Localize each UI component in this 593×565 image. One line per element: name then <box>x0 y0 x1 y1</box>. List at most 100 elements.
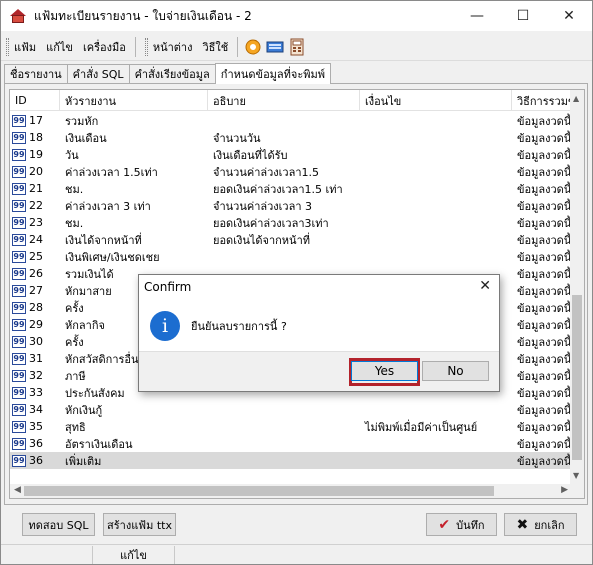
cell-condition <box>360 146 512 163</box>
tab-sort-command[interactable]: คำสั่งเรียงข้อมูล <box>128 64 216 83</box>
cell-condition <box>360 435 512 452</box>
dialog-footer: Yes No <box>139 351 499 391</box>
column-header-title[interactable]: หัวรายงาน <box>60 90 208 111</box>
cell-title: ค่าล่วงเวลา 3 เท่า <box>65 199 151 213</box>
cross-icon: ✖ <box>516 516 529 533</box>
cancel-label: ยกเลิก <box>534 518 565 532</box>
cell-method: ข้อมูลงวดนี้ <box>517 420 572 434</box>
row-id: 20 <box>29 165 43 178</box>
save-label: บันทึก <box>456 518 485 532</box>
save-button[interactable]: ✔ บันทึก <box>426 513 497 536</box>
table-row[interactable]: 99 23 ชม. ยอดเงินค่าล่วงเวลา3เท่า ข้อมูลงวดน… <box>10 214 572 231</box>
table-row[interactable]: 99 35 สุทธิ ไม่พิมพ์เมื่อมีค่าเป็นศูนย์ ข้อม… <box>10 418 572 435</box>
cell-description <box>208 452 360 469</box>
table-row[interactable]: 99 22 ค่าล่วงเวลา 3 เท่า จำนวนค่าล่วงเวลา 3… <box>10 197 572 214</box>
cell-description: ยอดเงินค่าล่วงเวลา3เท่า <box>213 216 329 230</box>
cell-id: 99 26 <box>10 265 60 282</box>
dialog-message: ยืนยันลบรายการนี้ ? <box>191 320 287 333</box>
no-button[interactable]: No <box>422 361 489 381</box>
cell-method: ข้อมูลงวดนี้ <box>517 114 572 128</box>
cell-id: 99 20 <box>10 163 60 180</box>
minimize-button[interactable]: — <box>454 1 500 31</box>
table-row[interactable]: 99 24 เงินได้จากหน้าที่ ยอดเงินได้จากหน้าที… <box>10 231 572 248</box>
vertical-scrollbar[interactable]: ▲ ▼ <box>570 90 584 484</box>
row-id: 36 <box>29 437 43 450</box>
cell-id: 99 27 <box>10 282 60 299</box>
table-row[interactable]: 99 18 เงินเดือน จำนวนวัน ข้อมูลงวดนี้ <box>10 129 572 146</box>
cell-id: 99 34 <box>10 401 60 418</box>
table-row[interactable]: 99 21 ชม. ยอดเงินค่าล่วงเวลา1.5 เท่า ข้อมูลง… <box>10 180 572 197</box>
scroll-up-icon[interactable]: ▲ <box>573 94 579 103</box>
field-number-icon: 99 <box>12 403 26 416</box>
cancel-button[interactable]: ✖ ยกเลิก <box>504 513 577 536</box>
tab-print-fields[interactable]: กำหนดข้อมูลที่จะพิมพ์ <box>214 63 332 84</box>
menu-edit[interactable]: แก้ไข <box>41 38 78 56</box>
field-number-icon: 99 <box>12 437 26 450</box>
row-id: 29 <box>29 318 43 331</box>
scroll-right-icon[interactable]: ▶ <box>561 485 568 495</box>
cell-id: 99 35 <box>10 418 60 435</box>
menu-window[interactable]: หน้าต่าง <box>148 38 198 56</box>
menu-help[interactable]: วิธีใช้ <box>197 38 233 56</box>
table-row[interactable]: 99 25 เงินพิเศษ/เงินชดเชย ข้อมูลงวดนี้ <box>10 248 572 265</box>
close-button[interactable]: ✕ <box>546 1 592 31</box>
table-row[interactable]: 99 34 หักเงินกู้ ข้อมูลงวดนี้ <box>10 401 572 418</box>
table-row[interactable]: 99 17 รวมหัก ข้อมูลงวดนี้ <box>10 112 572 129</box>
confirm-dialog: Confirm ✕ i ยืนยันลบรายการนี้ ? Yes No <box>138 274 500 392</box>
maximize-button[interactable]: ☐ <box>500 1 546 31</box>
row-id: 34 <box>29 403 43 416</box>
cell-method: ข้อมูลงวดนี้ <box>517 386 572 400</box>
column-header-id[interactable]: ID <box>10 90 60 111</box>
row-id: 26 <box>29 267 43 280</box>
horizontal-scrollbar[interactable]: ◀ ▶ <box>10 484 572 498</box>
column-header-method[interactable]: วิธีการรวมข้อ <box>512 90 572 111</box>
table-row[interactable]: 99 36 เพิ่มเติม ข้อมูลงวดนี้ <box>10 452 572 469</box>
cell-title: อัตราเงินเดือน <box>65 437 133 451</box>
vertical-scroll-thumb[interactable] <box>572 295 582 460</box>
tab-report-name[interactable]: ชื่อรายงาน <box>4 64 68 83</box>
refresh-icon[interactable] <box>244 38 262 56</box>
test-sql-button[interactable]: ทดสอบ SQL <box>22 513 95 536</box>
calculator-icon[interactable] <box>288 38 306 56</box>
cell-condition <box>360 248 512 265</box>
cell-method: ข้อมูลงวดนี้ <box>517 352 572 366</box>
cell-description: จำนวนค่าล่วงเวลา 3 <box>213 199 313 213</box>
status-mode: แก้ไข <box>93 545 175 564</box>
dialog-close-icon[interactable]: ✕ <box>479 278 491 294</box>
menu-tools[interactable]: เครื่องมือ <box>78 38 131 56</box>
table-row[interactable]: 99 36 อัตราเงินเดือน ข้อมูลงวดนี้ <box>10 435 572 452</box>
yes-button[interactable]: Yes <box>351 361 418 381</box>
cell-title: ชม. <box>65 216 84 230</box>
column-header-condition[interactable]: เงื่อนไข <box>360 90 512 111</box>
scroll-down-icon[interactable]: ▼ <box>573 471 579 480</box>
scroll-left-icon[interactable]: ◀ <box>14 485 21 495</box>
field-number-icon: 99 <box>12 335 26 348</box>
table-row[interactable]: 99 20 ค่าล่วงเวลา 1.5เท่า จำนวนค่าล่วงเวลา1… <box>10 163 572 180</box>
create-ttx-button[interactable]: สร้างแฟ้ม ttx <box>103 513 176 536</box>
cell-condition <box>360 401 512 418</box>
cell-id: 99 23 <box>10 214 60 231</box>
cell-description: เงินเดือนที่ได้รับ <box>213 148 288 162</box>
cell-condition <box>360 452 512 469</box>
row-id: 25 <box>29 250 43 263</box>
field-number-icon: 99 <box>12 386 26 399</box>
menu-file[interactable]: แฟ้ม <box>9 38 41 56</box>
cell-method: ข้อมูลงวดนี้ <box>517 369 572 383</box>
cell-title: รวมหัก <box>65 114 99 128</box>
row-id: 18 <box>29 131 43 144</box>
field-number-icon: 99 <box>12 454 26 467</box>
horizontal-scroll-thumb[interactable] <box>24 486 494 496</box>
cell-method: ข้อมูลงวดนี้ <box>517 403 572 417</box>
tab-sql-command[interactable]: คำสั่ง SQL <box>66 64 130 83</box>
cell-description <box>208 401 360 418</box>
row-id: 36 <box>29 454 43 467</box>
tab-strip: ชื่อรายงาน คำสั่ง SQL คำสั่งเรียงข้อมูล … <box>4 63 332 84</box>
cell-method: ข้อมูลงวดนี้ <box>517 301 572 315</box>
row-id: 32 <box>29 369 43 382</box>
cell-condition <box>360 163 512 180</box>
column-header-description[interactable]: อธิบาย <box>208 90 360 111</box>
keyboard-icon[interactable] <box>266 38 284 56</box>
cell-method: ข้อมูลงวดนี้ <box>517 454 572 468</box>
table-row[interactable]: 99 19 วัน เงินเดือนที่ได้รับ ข้อมูลงวดนี้ <box>10 146 572 163</box>
cell-method: ข้อมูลงวดนี้ <box>517 335 572 349</box>
